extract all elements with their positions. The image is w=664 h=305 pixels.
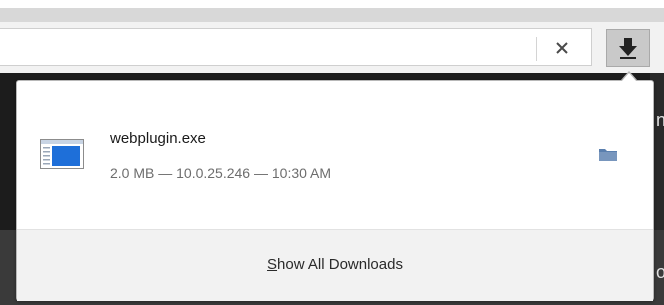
download-details: 2.0 MB — 10.0.25.246 — 10:30 AM	[110, 165, 332, 181]
show-all-downloads-text: how All Downloads	[277, 256, 403, 273]
show-all-downloads-label: Show All Downloads	[267, 256, 403, 273]
application-window-icon	[40, 139, 84, 169]
browser-toolbar	[0, 8, 664, 22]
downloads-button[interactable]	[606, 29, 650, 67]
access-key-letter: S	[267, 256, 278, 273]
show-all-downloads-button[interactable]: Show All Downloads	[17, 229, 653, 301]
window-top-edge	[0, 0, 664, 8]
download-file-name: webplugin.exe	[110, 130, 206, 147]
folder-icon[interactable]	[598, 146, 618, 162]
page-edge-text: o	[656, 262, 664, 282]
clear-url-button[interactable]	[548, 35, 576, 61]
close-icon	[556, 42, 568, 54]
downloads-panel: webplugin.exe 2.0 MB — 10.0.25.246 — 10:…	[16, 80, 654, 301]
panel-pointer-fill	[621, 73, 637, 82]
download-item[interactable]: webplugin.exe 2.0 MB — 10.0.25.246 — 10:…	[17, 81, 653, 227]
url-field[interactable]	[0, 28, 592, 66]
url-separator	[536, 37, 537, 61]
download-arrow-icon	[619, 38, 637, 59]
page-edge-text: n	[656, 110, 664, 130]
address-bar-area	[0, 22, 664, 73]
